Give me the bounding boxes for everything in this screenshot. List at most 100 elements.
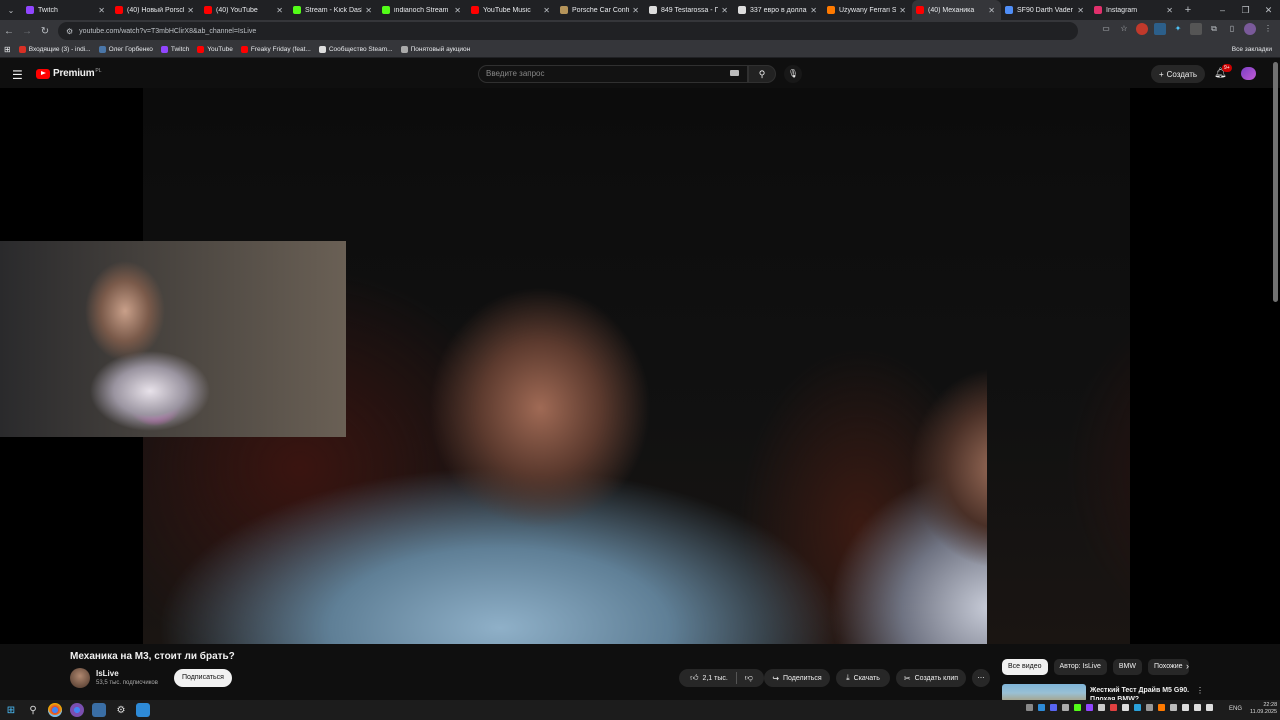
new-tab-button[interactable]: + <box>1179 4 1197 16</box>
bookmark-item[interactable]: YouTube <box>197 46 233 53</box>
address-bar[interactable]: ⚙ youtube.com/watch?v=T3mbHClirX8&ab_cha… <box>58 22 1078 40</box>
tray-icon[interactable] <box>1086 704 1093 711</box>
all-bookmarks[interactable]: Все закладки <box>1232 46 1272 53</box>
more-actions-button[interactable]: ⋯ <box>972 669 990 687</box>
filter-chip[interactable]: BMW <box>1112 659 1142 675</box>
extension-icon[interactable] <box>1136 23 1148 35</box>
cast-icon[interactable]: ▭ <box>1100 23 1112 35</box>
tray-icon[interactable] <box>1182 704 1189 711</box>
maximize-icon[interactable]: ❐ <box>1234 0 1257 20</box>
tray-icon[interactable] <box>1098 704 1105 711</box>
like-icon[interactable]: 👍︎ <box>690 673 698 683</box>
tab-close-icon[interactable]: ✕ <box>988 6 995 15</box>
browser-tab[interactable]: Twitch ✕ <box>22 0 111 20</box>
tab-close-icon[interactable]: ✕ <box>187 6 194 15</box>
tray-icon[interactable] <box>1146 704 1153 711</box>
tab-close-icon[interactable]: ✕ <box>899 6 906 15</box>
tab-close-icon[interactable]: ✕ <box>810 6 817 15</box>
tab-close-icon[interactable]: ✕ <box>721 6 728 15</box>
chevron-right-icon[interactable]: › <box>1186 661 1189 671</box>
windows-start-icon[interactable]: ⊞ <box>0 701 22 719</box>
close-window-icon[interactable]: ✕ <box>1257 0 1280 20</box>
youtube-logo[interactable]: Premium PL <box>36 68 102 79</box>
bookmark-star-icon[interactable]: ☆ <box>1118 23 1130 35</box>
filter-chip[interactable]: Автор: IsLive <box>1053 659 1107 675</box>
taskbar-search-icon[interactable]: ⚲ <box>22 701 44 719</box>
back-icon[interactable]: ← <box>0 26 18 37</box>
bookmark-item[interactable]: Сообщество Steam... <box>318 46 393 53</box>
filter-chip[interactable]: Все видео <box>1002 659 1048 675</box>
bookmark-item[interactable]: Входящие (3) - indi... <box>18 46 91 53</box>
tab-close-icon[interactable]: ✕ <box>1077 6 1084 15</box>
browser-tab[interactable]: 849 Testarossa - По ✕ <box>645 0 734 20</box>
app-taskbar-icon[interactable] <box>88 701 110 719</box>
chrome-profile-taskbar-icon[interactable] <box>66 701 88 719</box>
menu-icon[interactable]: ☰ <box>12 68 23 82</box>
browser-tab[interactable]: (40) Новый Porsche ✕ <box>111 0 200 20</box>
filter-chip[interactable]: Похожие <box>1147 659 1189 675</box>
tab-search-icon[interactable]: ⌄ <box>0 0 22 20</box>
tab-close-icon[interactable]: ✕ <box>632 6 639 15</box>
share-button[interactable]: ↪ Поделиться <box>764 669 830 687</box>
tab-close-icon[interactable]: ✕ <box>276 6 283 15</box>
tray-icon[interactable] <box>1110 704 1117 711</box>
bookmark-item[interactable]: Понятовый аукцион <box>400 46 470 53</box>
search-button[interactable]: ⚲ <box>748 65 776 83</box>
volume-icon[interactable] <box>1206 704 1213 711</box>
browser-tab[interactable]: SF90 Darth Vader ✕ <box>1001 0 1090 20</box>
tray-icon[interactable] <box>1038 704 1045 711</box>
browser-tab[interactable]: (40) YouTube ✕ <box>200 0 289 20</box>
system-clock[interactable]: 22:28 11.09.2025 <box>1250 702 1277 716</box>
tab-close-icon[interactable]: ✕ <box>98 6 105 15</box>
tray-icon[interactable] <box>1134 704 1141 711</box>
browser-tab[interactable]: Instagram ✕ <box>1090 0 1179 20</box>
tray-icon[interactable] <box>1158 704 1165 711</box>
profile-avatar[interactable] <box>1244 23 1256 35</box>
video-player[interactable] <box>0 88 1280 644</box>
search-input[interactable]: Введите запрос <box>478 65 748 83</box>
extension-icon[interactable]: ✦ <box>1172 23 1184 35</box>
extension-icon[interactable] <box>1154 23 1166 35</box>
page-scrollbar[interactable] <box>1273 62 1278 302</box>
tab-close-icon[interactable]: ✕ <box>454 6 461 15</box>
bookmark-item[interactable]: Twitch <box>160 46 189 53</box>
account-avatar[interactable] <box>1241 67 1256 80</box>
browser-tab[interactable]: (40) Механика ✕ <box>912 0 1001 20</box>
browser-tab[interactable]: 337 евро в доллар ✕ <box>734 0 823 20</box>
extensions-puzzle-icon[interactable]: ⧉ <box>1208 23 1220 35</box>
browser-tab[interactable]: YouTube Music ✕ <box>467 0 556 20</box>
apps-icon[interactable]: ⊞ <box>4 45 11 54</box>
dislike-icon[interactable]: 👎︎ <box>745 673 753 683</box>
app-taskbar-icon[interactable] <box>132 701 154 719</box>
browser-tab[interactable]: Stream - Kick Dashb✕ <box>289 0 378 20</box>
browser-tab[interactable]: Używany Ferrari SF ✕ <box>823 0 912 20</box>
channel-avatar[interactable] <box>70 668 90 688</box>
site-info-icon[interactable]: ⚙ <box>66 27 73 36</box>
tray-icon[interactable] <box>1170 704 1177 711</box>
settings-taskbar-icon[interactable]: ⚙ <box>110 701 132 719</box>
browser-tab[interactable]: Porsche Car Configu✕ <box>556 0 645 20</box>
language-indicator[interactable]: ENG <box>1229 706 1242 712</box>
tray-icon[interactable] <box>1050 704 1057 711</box>
bookmark-item[interactable]: Freaky Friday (feat... <box>240 46 311 53</box>
like-count[interactable]: 2,1 тыс. <box>702 675 727 682</box>
clip-button[interactable]: ✂ Создать клип <box>896 669 966 687</box>
sidebar-icon[interactable]: ▯ <box>1226 23 1238 35</box>
chrome-taskbar-icon[interactable] <box>44 701 66 719</box>
tab-close-icon[interactable]: ✕ <box>543 6 550 15</box>
more-vert-icon[interactable]: ⋮ <box>1196 686 1204 695</box>
tray-icon[interactable] <box>1062 704 1069 711</box>
reload-icon[interactable]: ↻ <box>36 26 54 37</box>
download-button[interactable]: ⤓ Скачать <box>836 669 890 687</box>
keyboard-icon[interactable] <box>730 70 739 76</box>
browser-tab[interactable]: indianoch Stream ✕ <box>378 0 467 20</box>
tray-icon[interactable] <box>1026 704 1033 711</box>
tab-close-icon[interactable]: ✕ <box>365 6 372 15</box>
minimize-icon[interactable]: – <box>1211 0 1234 20</box>
extension-icon[interactable] <box>1190 23 1202 35</box>
tray-icon[interactable] <box>1122 704 1129 711</box>
voice-search-button[interactable]: 🎙 <box>784 65 802 83</box>
subscribe-button[interactable]: Подписаться <box>174 669 232 687</box>
tab-close-icon[interactable]: ✕ <box>1166 6 1173 15</box>
bookmark-item[interactable]: Олег Горбенко <box>98 46 153 53</box>
